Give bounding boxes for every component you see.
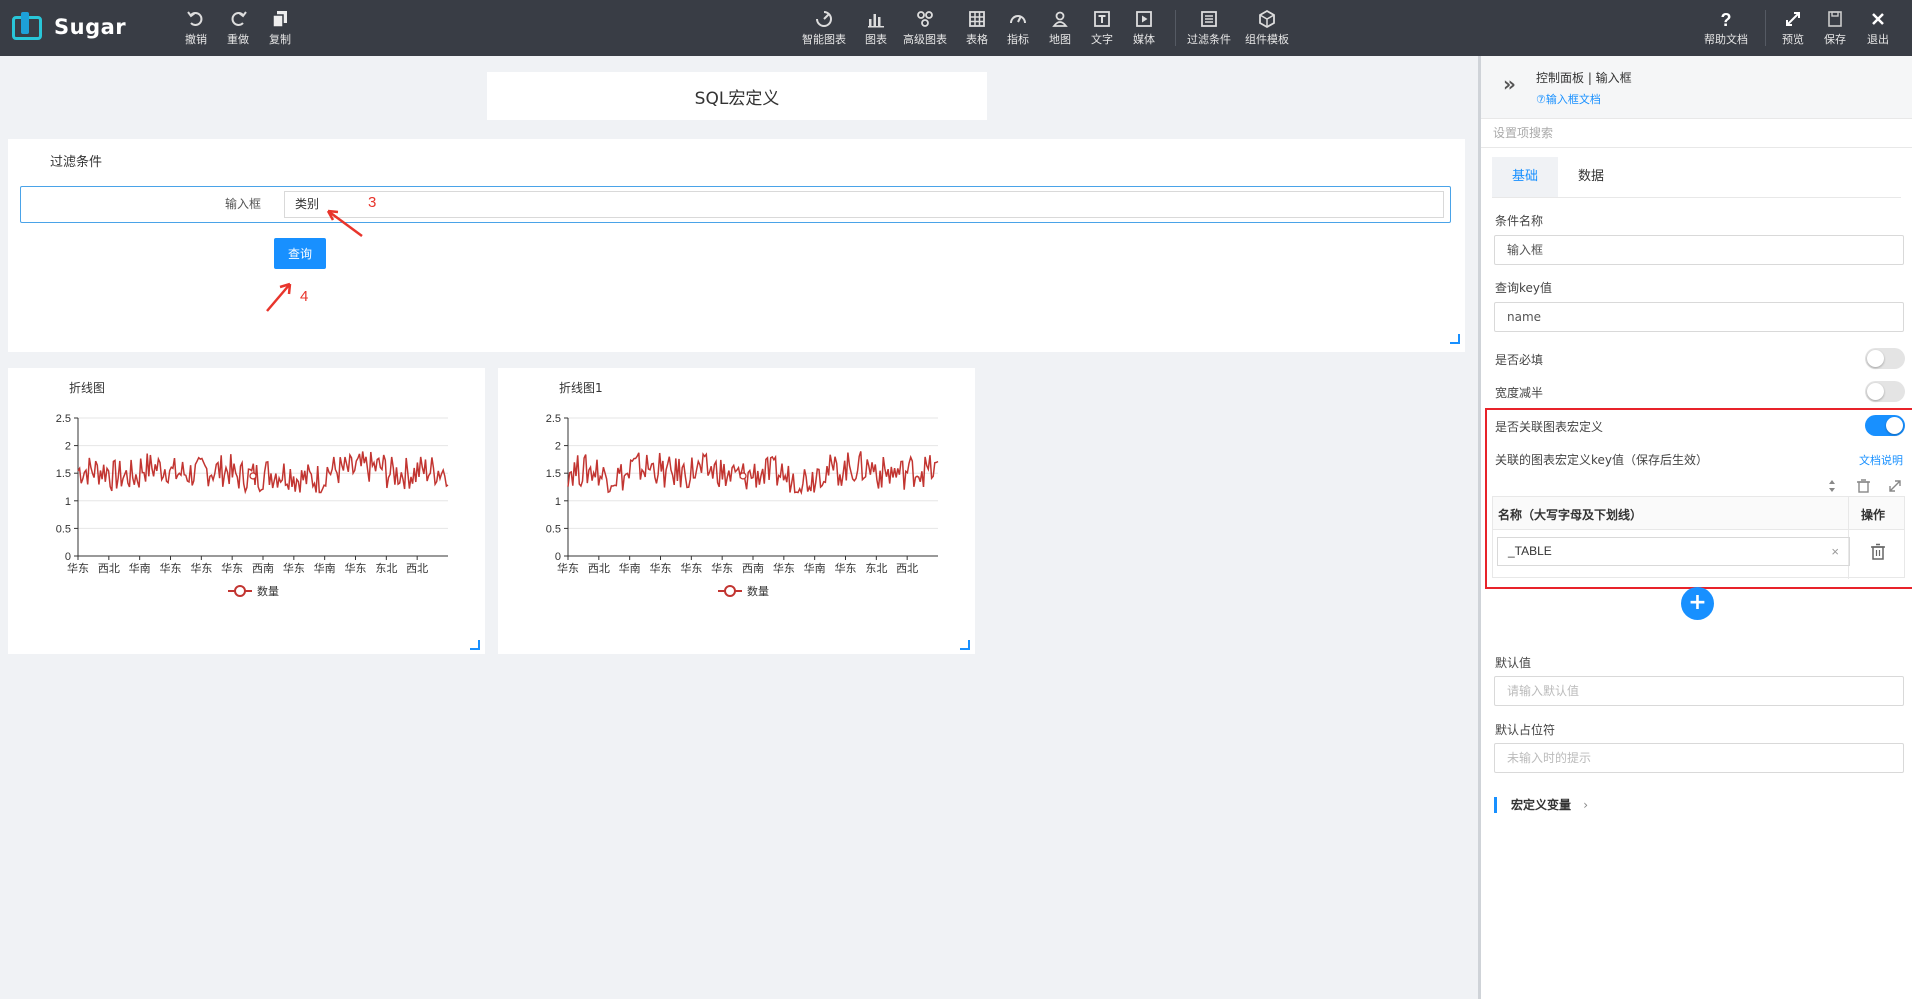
table-header: 名称（大写字母及下划线） 操作 <box>1493 497 1904 579</box>
placeholder-input[interactable]: 未输入时的提示 <box>1494 743 1904 773</box>
column-action-header: 操作 <box>1861 508 1886 522</box>
default-value-input[interactable]: 请输入默认值 <box>1494 676 1904 706</box>
required-label: 是否必填 <box>1495 353 1544 367</box>
linked-key-label: 关联的图表宏定义key值（保存后生效） <box>1495 453 1709 467</box>
clear-icon[interactable]: × <box>1831 538 1839 565</box>
link-macro-toggle[interactable] <box>1865 415 1905 436</box>
settings-search-input[interactable]: 设置项搜索 <box>1481 118 1912 148</box>
default-value-label: 默认值 <box>1495 656 1532 670</box>
condition-name-input[interactable]: 输入框 <box>1494 235 1904 265</box>
column-name-header: 名称（大写字母及下划线） <box>1498 508 1643 522</box>
doc-explain-link[interactable]: 文档说明 <box>1859 452 1903 468</box>
collapse-panel-icon[interactable]: » <box>1503 72 1516 96</box>
breadcrumb: 控制面板 | 输入框 <box>1536 71 1632 85</box>
annotation-arrow-4 <box>266 283 291 312</box>
panel-tabs: 基础 数据 <box>1492 157 1624 197</box>
expand-icon[interactable] <box>1889 480 1901 492</box>
half-width-toggle[interactable] <box>1865 381 1905 402</box>
input-doc-link[interactable]: ⑦输入框文档 <box>1536 91 1601 107</box>
placeholder-label: 默认占位符 <box>1495 723 1556 737</box>
trash-icon[interactable] <box>1857 479 1870 493</box>
panel-header: » 控制面板 | 输入框 ⑦输入框文档 <box>1481 56 1912 118</box>
table-actions <box>1829 479 1901 493</box>
half-width-label: 宽度减半 <box>1495 386 1544 400</box>
macro-key-table: 名称（大写字母及下划线） 操作 _TABLE × <box>1492 496 1905 579</box>
macro-key-input[interactable]: _TABLE × <box>1497 537 1850 566</box>
tab-basic[interactable]: 基础 <box>1492 157 1559 197</box>
query-key-label: 查询key值 <box>1495 281 1553 295</box>
required-toggle[interactable] <box>1865 348 1905 369</box>
control-panel: » 控制面板 | 输入框 ⑦输入框文档 设置项搜索 基础 数据 条件名称 输入框… <box>1478 56 1912 999</box>
macro-key-value: _TABLE <box>1508 544 1552 558</box>
add-row-button[interactable]: + <box>1681 587 1714 620</box>
link-macro-label: 是否关联图表宏定义 <box>1495 420 1604 434</box>
tab-data[interactable]: 数据 <box>1558 157 1624 197</box>
condition-name-label: 条件名称 <box>1495 214 1544 228</box>
sort-icon[interactable] <box>1829 480 1835 492</box>
macro-variable-section[interactable]: 宏定义变量 › <box>1494 797 1588 813</box>
chevron-right-icon: › <box>1583 798 1589 812</box>
annotation-number-3: 3 <box>368 194 377 211</box>
annotation-number-4: 4 <box>300 288 309 305</box>
tab-divider <box>1492 197 1901 198</box>
query-key-input[interactable]: name <box>1494 302 1904 332</box>
annotation-arrow-3 <box>327 209 363 238</box>
row-delete-icon[interactable] <box>1870 543 1886 561</box>
